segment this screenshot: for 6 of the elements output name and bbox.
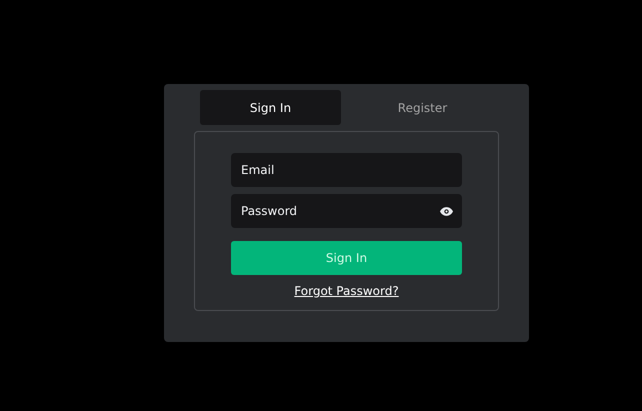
tab[interactable]: Register (352, 90, 493, 125)
email-field[interactable]: Email (231, 153, 462, 187)
password-field[interactable]: Password (231, 194, 462, 228)
eye-icon[interactable] (440, 207, 453, 216)
forgot-password-link[interactable]: Forgot Password? (294, 282, 399, 300)
tab[interactable]: Sign In (200, 90, 341, 125)
